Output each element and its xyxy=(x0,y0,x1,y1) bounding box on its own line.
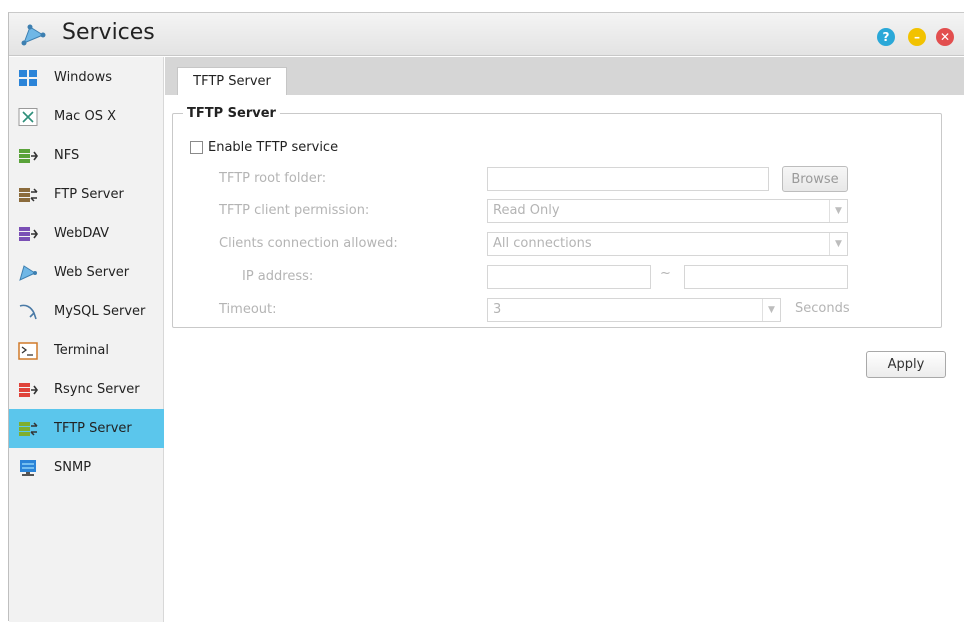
webdav-icon xyxy=(19,226,38,241)
sidebar-item-webdav[interactable]: WebDAV xyxy=(9,214,164,253)
chevron-down-icon[interactable]: ▼ xyxy=(762,299,780,321)
sidebar-item-mysql-server[interactable]: MySQL Server xyxy=(9,292,164,331)
root-folder-label: TFTP root folder: xyxy=(219,171,327,186)
enable-tftp-label[interactable]: Enable TFTP service xyxy=(208,140,338,155)
sidebar-item-label: TFTP Server xyxy=(54,421,132,436)
rsync-icon xyxy=(19,382,38,397)
services-app-icon xyxy=(21,24,46,46)
timeout-label: Timeout: xyxy=(219,302,277,317)
sidebar-item-windows[interactable]: Windows xyxy=(9,58,164,97)
chevron-down-icon[interactable]: ▼ xyxy=(829,200,847,222)
tab-bar: TFTP Server xyxy=(165,57,964,95)
ftp-server-icon xyxy=(19,187,38,202)
mysql-icon xyxy=(19,304,37,319)
sidebar-item-label: FTP Server xyxy=(54,187,124,202)
timeout-value: 3 xyxy=(493,302,502,317)
ip-address-from-input[interactable] xyxy=(487,265,651,289)
minimize-icon[interactable]: – xyxy=(908,28,926,46)
tftp-server-icon xyxy=(19,421,38,436)
sidebar: Windows Mac OS X NFS FTP Server WebDAV W… xyxy=(9,57,164,622)
tab-tftp-server[interactable]: TFTP Server xyxy=(177,67,287,95)
sidebar-item-ftp-server[interactable]: FTP Server xyxy=(9,175,164,214)
browse-button[interactable]: Browse xyxy=(782,166,848,192)
apply-button[interactable]: Apply xyxy=(866,351,946,378)
sidebar-item-label: Rsync Server xyxy=(54,382,140,397)
enable-tftp-row[interactable]: Enable TFTP service xyxy=(190,140,338,155)
nfs-icon xyxy=(19,148,38,163)
client-permission-value: Read Only xyxy=(493,203,560,218)
sidebar-item-label: WebDAV xyxy=(54,226,110,241)
connection-allowed-label: Clients connection allowed: xyxy=(219,236,398,251)
connection-allowed-select[interactable]: All connections ▼ xyxy=(487,232,848,256)
window-title: Services xyxy=(62,20,155,45)
sidebar-item-label: Windows xyxy=(54,70,113,85)
connection-allowed-value: All connections xyxy=(493,236,592,251)
snmp-icon xyxy=(20,459,36,476)
group-title: TFTP Server xyxy=(187,106,276,121)
sidebar-item-rsync-server[interactable]: Rsync Server xyxy=(9,370,164,409)
sidebar-item-mac-os-x[interactable]: Mac OS X xyxy=(9,97,164,136)
sidebar-item-label: Terminal xyxy=(54,343,109,358)
timeout-unit: Seconds xyxy=(795,301,850,316)
macosx-icon xyxy=(18,107,38,126)
chevron-down-icon[interactable]: ▼ xyxy=(829,233,847,255)
web-server-icon xyxy=(19,264,37,281)
sidebar-item-snmp[interactable]: SNMP xyxy=(9,448,164,487)
sidebar-item-label: MySQL Server xyxy=(54,304,146,319)
sidebar-item-label: SNMP xyxy=(54,460,92,475)
help-icon[interactable]: ? xyxy=(877,28,895,46)
client-permission-select[interactable]: Read Only ▼ xyxy=(487,199,848,223)
title-bar[interactable]: Services ? – ✕ xyxy=(9,13,964,56)
enable-tftp-checkbox[interactable] xyxy=(190,141,203,154)
ip-address-label: IP address: xyxy=(242,269,314,284)
sidebar-item-web-server[interactable]: Web Server xyxy=(9,253,164,292)
ip-range-separator: ~ xyxy=(660,266,671,281)
ip-address-to-input[interactable] xyxy=(684,265,848,289)
sidebar-item-terminal[interactable]: Terminal xyxy=(9,331,164,370)
sidebar-item-label: Mac OS X xyxy=(54,109,116,124)
root-folder-input[interactable] xyxy=(487,167,769,191)
terminal-icon xyxy=(18,341,38,360)
sidebar-item-label: Web Server xyxy=(54,265,130,280)
sidebar-item-nfs[interactable]: NFS xyxy=(9,136,164,175)
client-permission-label: TFTP client permission: xyxy=(219,203,370,218)
timeout-select[interactable]: 3 ▼ xyxy=(487,298,781,322)
sidebar-item-label: NFS xyxy=(54,148,80,163)
windows-icon xyxy=(19,69,37,86)
sidebar-item-tftp-server[interactable]: TFTP Server xyxy=(9,409,164,448)
close-icon[interactable]: ✕ xyxy=(936,28,954,46)
